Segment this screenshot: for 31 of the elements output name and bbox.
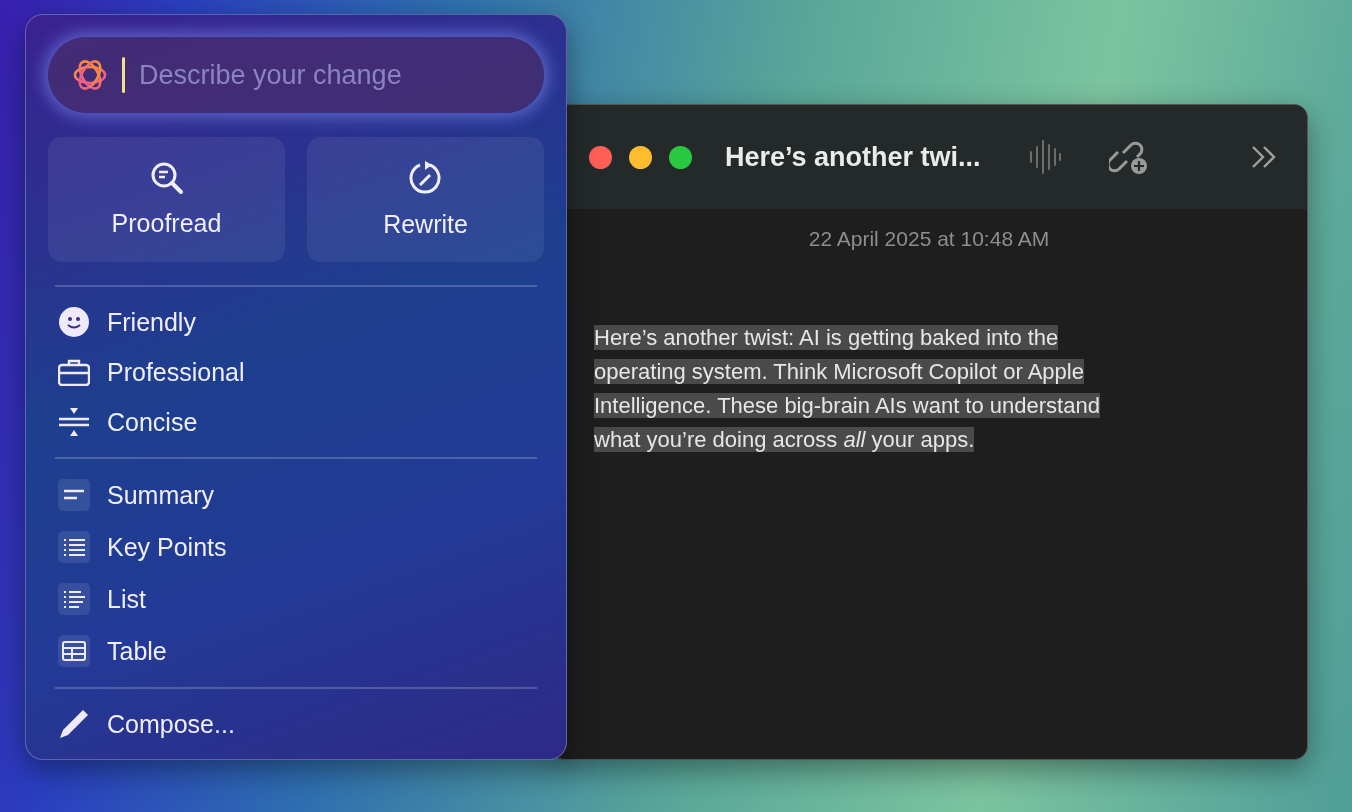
menu-item[interactable]: Key Points [48, 521, 544, 573]
window-title: Here’s another twi... [725, 141, 981, 173]
menu-item[interactable]: Summary [48, 469, 544, 521]
link-add-icon[interactable] [1108, 139, 1149, 175]
waveform-icon[interactable] [1028, 140, 1061, 174]
menu-item[interactable]: Concise [48, 397, 544, 447]
menu-item[interactable]: List [48, 573, 544, 625]
table-icon [62, 641, 86, 661]
bullet-list-icon [63, 538, 85, 556]
note-date: 22 April 2025 at 10:48 AM [807, 227, 1051, 251]
pencil-icon [58, 708, 90, 740]
note-body: Here’s another twist: AI is getting baked into the operating system. Think Microsoft Copilot or Apple Intelligence. These big-brain AIs want to understand what you’re doing across all your apps. [594, 324, 1101, 454]
menu-item[interactable]: Compose... [48, 699, 544, 749]
menu-item[interactable]: Table [48, 625, 544, 677]
zoom-button[interactable] [669, 145, 692, 169]
rotate-pencil-icon [407, 160, 444, 197]
describe-change-field[interactable]: Describe your change [139, 59, 520, 91]
rewrite-button[interactable]: Rewrite [307, 137, 544, 263]
proofread-button[interactable]: Proofread [48, 137, 285, 263]
menu-item[interactable]: Professional [48, 347, 544, 397]
double-chevron-icon[interactable] [1251, 145, 1277, 169]
briefcase-icon [58, 358, 90, 386]
compress-icon [58, 407, 90, 437]
prompt-field[interactable]: Describe your change [48, 37, 544, 114]
magnifier-icon [149, 161, 184, 196]
close-button[interactable] [589, 145, 612, 169]
minimize-button[interactable] [629, 145, 652, 169]
smiley-icon [58, 306, 90, 338]
menu-item[interactable]: Friendly [48, 297, 544, 347]
summary-lines-icon [63, 489, 85, 501]
list-icon [63, 590, 85, 608]
